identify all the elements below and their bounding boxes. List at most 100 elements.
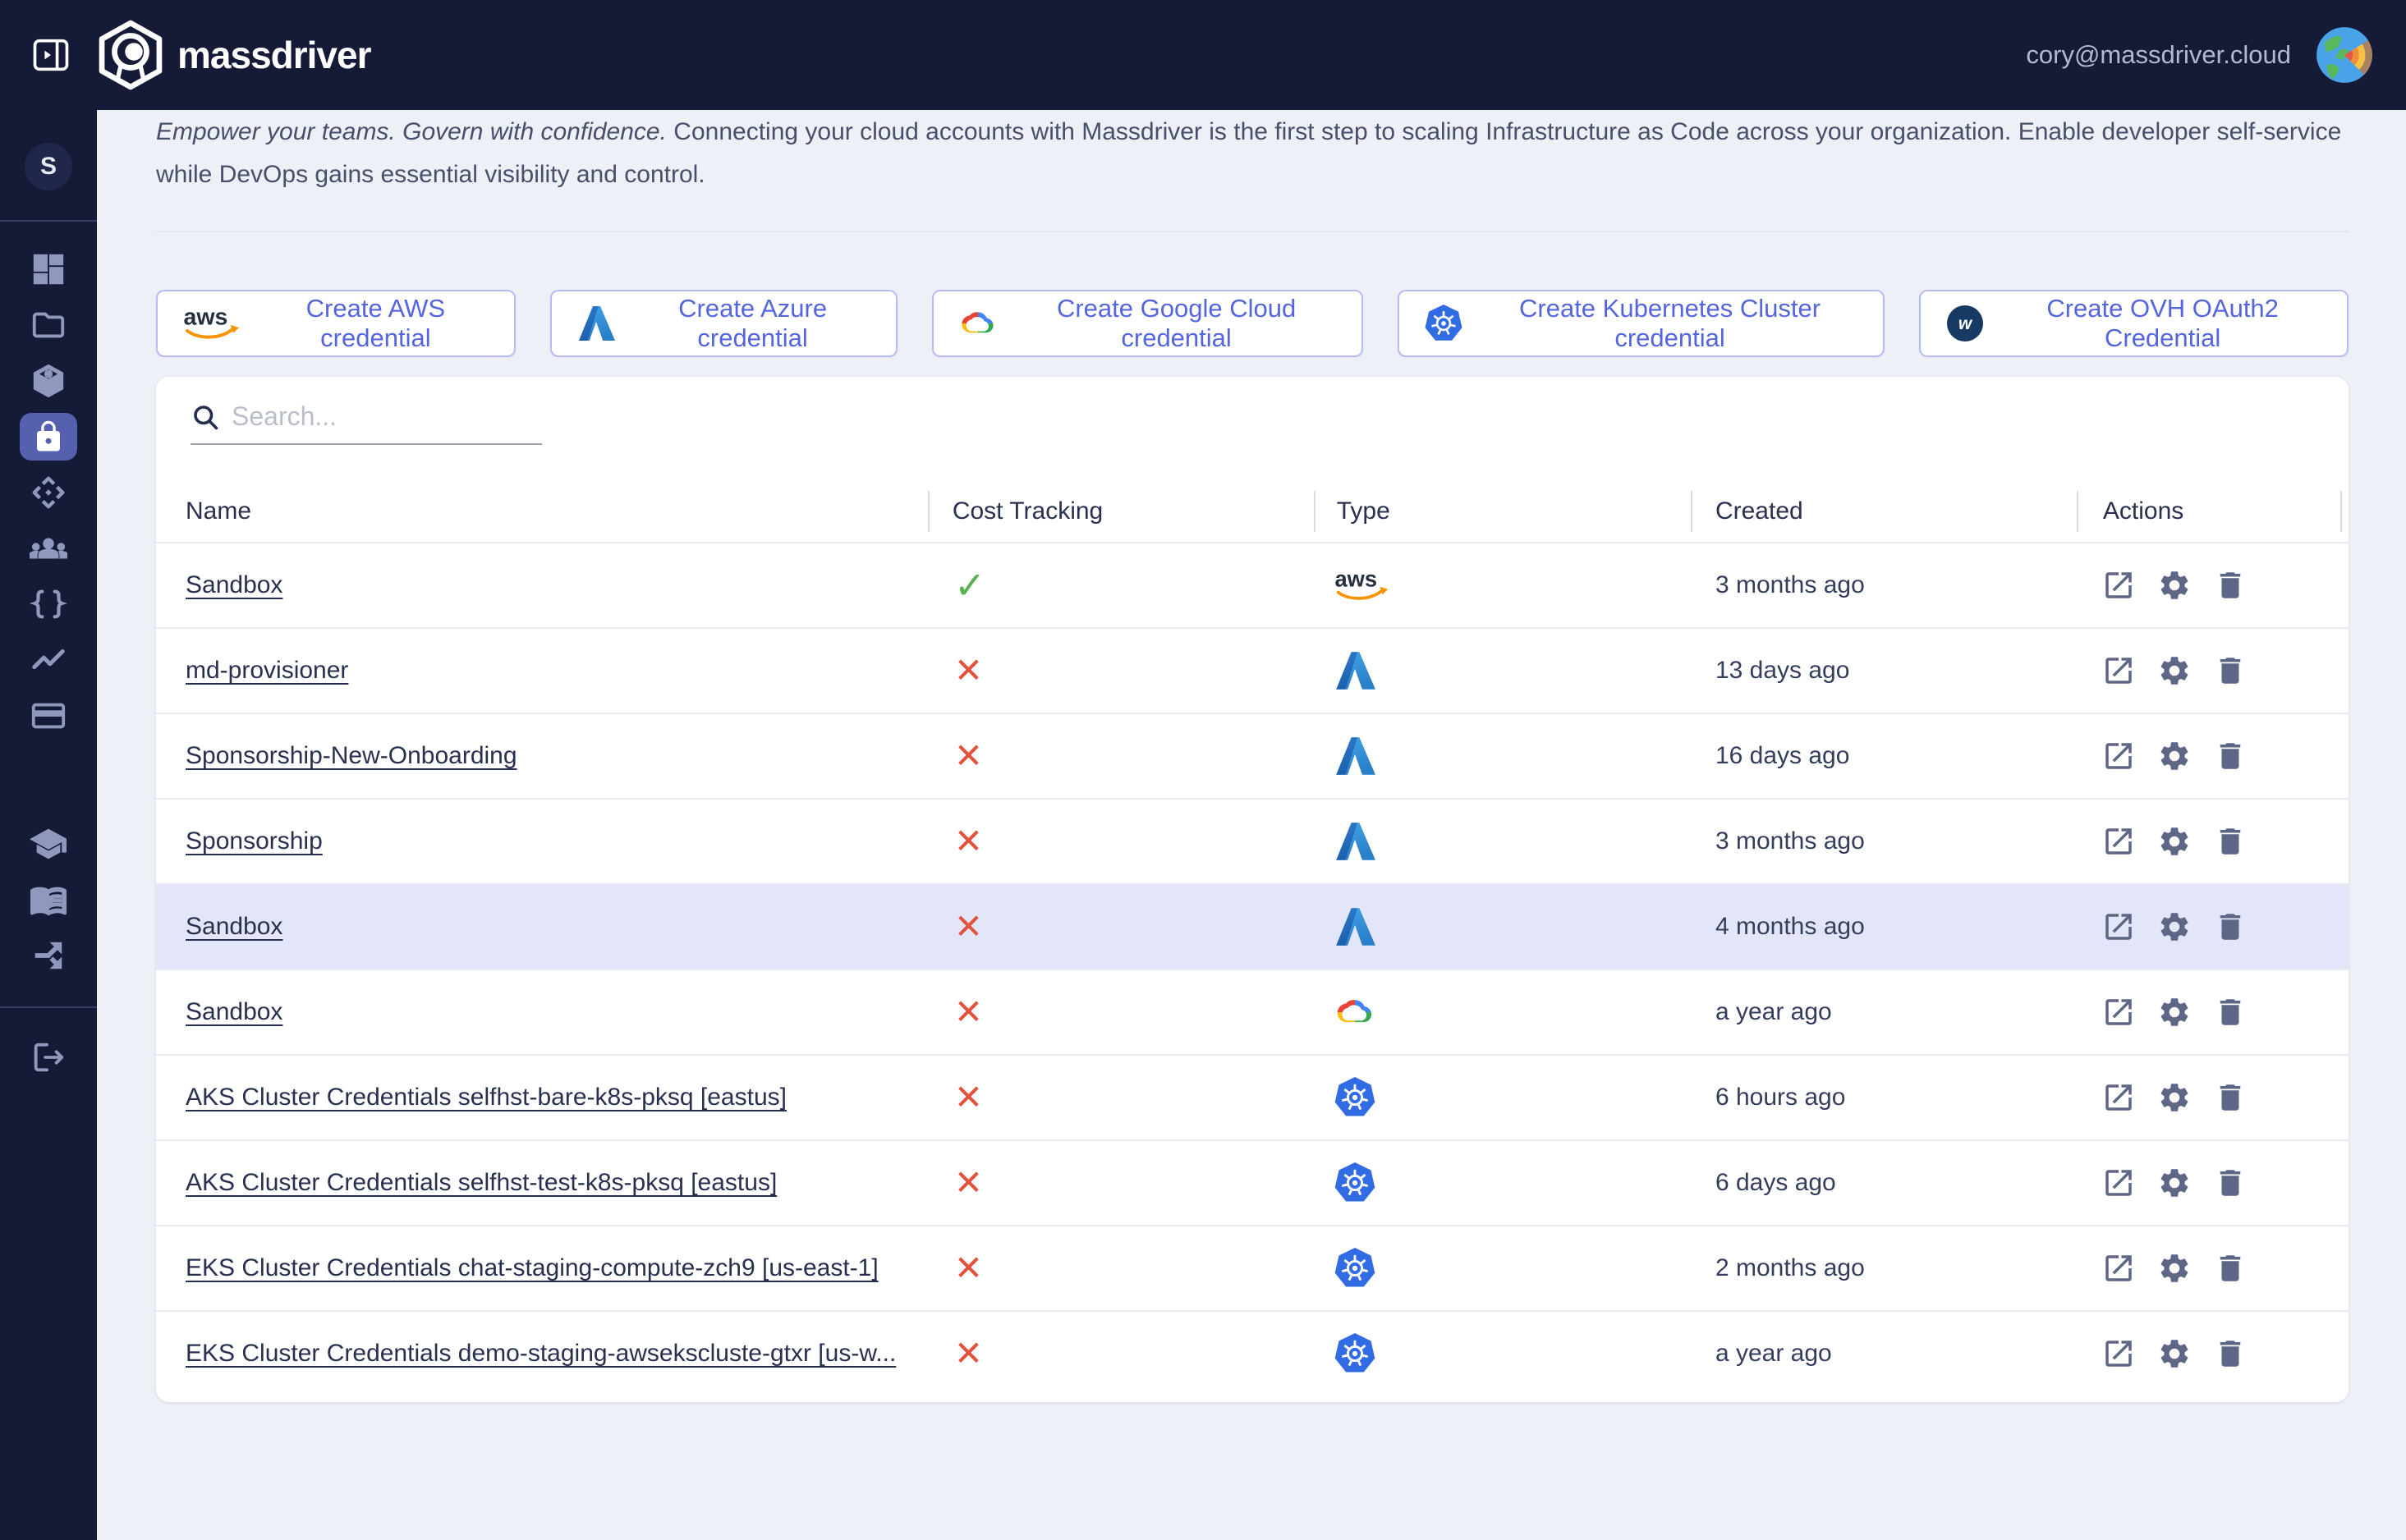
search-input[interactable]	[232, 401, 527, 432]
created-at: 16 days ago	[1715, 742, 1849, 770]
configure-credential-button[interactable]	[2157, 1251, 2192, 1286]
created-at: 6 days ago	[1715, 1169, 1836, 1197]
open-credential-button[interactable]	[2101, 568, 2136, 603]
open-credential-button[interactable]	[2101, 1251, 2136, 1286]
credential-name-link[interactable]: EKS Cluster Credentials demo-staging-aws…	[186, 1340, 896, 1368]
cloud-type-icon	[1334, 905, 1376, 948]
user-email: cory@massdriver.cloud	[2026, 40, 2291, 70]
delete-credential-button[interactable]	[2213, 995, 2248, 1029]
aws-icon: aws	[182, 304, 244, 343]
configure-credential-button[interactable]	[2157, 1166, 2192, 1200]
ovh-icon: w	[1945, 304, 1985, 343]
delete-credential-button[interactable]	[2213, 910, 2248, 944]
delete-credential-button[interactable]	[2213, 653, 2248, 688]
table-row: EKS Cluster Credentials demo-staging-aws…	[156, 1310, 2349, 1396]
sidebar-item-credentials[interactable]	[0, 409, 97, 465]
users-icon	[30, 529, 67, 567]
page-subtitle-emphasis: Empower your teams. Govern with confiden…	[156, 118, 667, 145]
open-credential-button[interactable]	[2101, 1166, 2136, 1200]
create-ovh-credential-button[interactable]: w Create OVH OAuth2 Credential	[1919, 290, 2349, 357]
cost-tracking-status-icon: ✕	[954, 1166, 983, 1200]
configure-credential-button[interactable]	[2157, 739, 2192, 773]
open-credential-button[interactable]	[2101, 995, 2136, 1029]
sidebar-item-learn[interactable]	[0, 816, 97, 872]
open-credential-button[interactable]	[2101, 739, 2136, 773]
open-credential-button[interactable]	[2101, 1336, 2136, 1371]
cloud-credential-buttons: aws Create AWS credential Create Azure c…	[156, 290, 2349, 357]
configure-credential-button[interactable]	[2157, 910, 2192, 944]
google-cloud-icon	[958, 304, 998, 343]
sidebar-item-dashboard[interactable]	[0, 241, 97, 297]
sidebar-item-code[interactable]	[0, 576, 97, 632]
credential-name-link[interactable]: Sponsorship-New-Onboarding	[186, 742, 517, 770]
cloud-type-icon	[1334, 1332, 1376, 1375]
cost-tracking-status-icon: ✓	[954, 566, 986, 604]
credential-name-link[interactable]: AKS Cluster Credentials selfhst-test-k8s…	[186, 1169, 777, 1197]
credential-name-link[interactable]: Sandbox	[186, 913, 282, 941]
cost-tracking-status-icon: ✕	[954, 653, 983, 688]
open-credential-button[interactable]	[2101, 824, 2136, 859]
sidebar-item-roadmap[interactable]	[0, 928, 97, 983]
sidebar-item-metrics[interactable]	[0, 632, 97, 688]
user-avatar[interactable]	[2314, 25, 2375, 85]
metrics-icon	[30, 641, 67, 679]
code-braces-icon	[30, 585, 67, 623]
credential-name-link[interactable]: Sandbox	[186, 571, 282, 599]
created-at: 2 months ago	[1715, 1254, 1865, 1282]
configure-credential-button[interactable]	[2157, 653, 2192, 688]
panel-expand-icon	[30, 34, 72, 76]
dashboard-icon	[30, 250, 67, 288]
search-icon	[191, 402, 220, 432]
sidebar-item-users[interactable]	[0, 520, 97, 576]
cloud-type-icon	[1334, 1162, 1376, 1204]
lock-icon	[31, 419, 66, 454]
active-nav-pill	[20, 413, 77, 461]
cloud-type-icon	[1334, 649, 1376, 692]
delete-credential-button[interactable]	[2213, 1336, 2248, 1371]
sidebar-item-artifacts[interactable]	[0, 465, 97, 520]
create-gcp-credential-button[interactable]: Create Google Cloud credential	[932, 290, 1362, 357]
create-aws-credential-button[interactable]: aws Create AWS credential	[156, 290, 516, 357]
open-credential-button[interactable]	[2101, 910, 2136, 944]
branch-split-icon	[30, 937, 67, 974]
delete-credential-button[interactable]	[2213, 739, 2248, 773]
cost-tracking-status-icon: ✕	[954, 910, 983, 944]
cost-tracking-status-icon: ✕	[954, 1251, 983, 1286]
configure-credential-button[interactable]	[2157, 1080, 2192, 1115]
sidebar-item-logout[interactable]	[0, 1029, 97, 1085]
delete-credential-button[interactable]	[2213, 568, 2248, 603]
configure-credential-button[interactable]	[2157, 568, 2192, 603]
delete-credential-button[interactable]	[2213, 1166, 2248, 1200]
column-header-created: Created	[1691, 497, 2077, 525]
delete-credential-button[interactable]	[2213, 1080, 2248, 1115]
sidebar-collapse-button[interactable]	[28, 32, 74, 78]
cloud-type-icon	[1334, 991, 1376, 1034]
sidebar-item-projects[interactable]	[0, 297, 97, 353]
open-credential-button[interactable]	[2101, 653, 2136, 688]
package-icon	[30, 362, 67, 400]
sidebar-item-docs[interactable]	[0, 872, 97, 928]
configure-credential-button[interactable]	[2157, 995, 2192, 1029]
table-row: EKS Cluster Credentials chat-staging-com…	[156, 1225, 2349, 1310]
created-at: 13 days ago	[1715, 657, 1849, 685]
credential-name-link[interactable]: AKS Cluster Credentials selfhst-bare-k8s…	[186, 1084, 787, 1111]
sidebar-item-packages[interactable]	[0, 353, 97, 409]
credential-name-link[interactable]: Sponsorship	[186, 827, 323, 855]
sidebar-item-billing[interactable]	[0, 688, 97, 744]
delete-credential-button[interactable]	[2213, 1251, 2248, 1286]
credential-name-link[interactable]: Sandbox	[186, 998, 282, 1026]
delete-credential-button[interactable]	[2213, 824, 2248, 859]
create-azure-credential-button[interactable]: Create Azure credential	[550, 290, 898, 357]
search-row	[156, 377, 542, 445]
credential-name-link[interactable]: EKS Cluster Credentials chat-staging-com…	[186, 1254, 879, 1282]
configure-credential-button[interactable]	[2157, 1336, 2192, 1371]
create-kubernetes-credential-button[interactable]: Create Kubernetes Cluster credential	[1398, 290, 1885, 357]
credential-name-link[interactable]: md-provisioner	[186, 657, 348, 685]
column-header-type: Type	[1314, 497, 1691, 525]
cost-tracking-status-icon: ✕	[954, 824, 983, 859]
open-credential-button[interactable]	[2101, 1080, 2136, 1115]
table-row: AKS Cluster Credentials selfhst-test-k8s…	[156, 1139, 2349, 1225]
button-label: Create Kubernetes Cluster credential	[1481, 294, 1859, 353]
configure-credential-button[interactable]	[2157, 824, 2192, 859]
org-avatar[interactable]: S	[25, 143, 72, 190]
